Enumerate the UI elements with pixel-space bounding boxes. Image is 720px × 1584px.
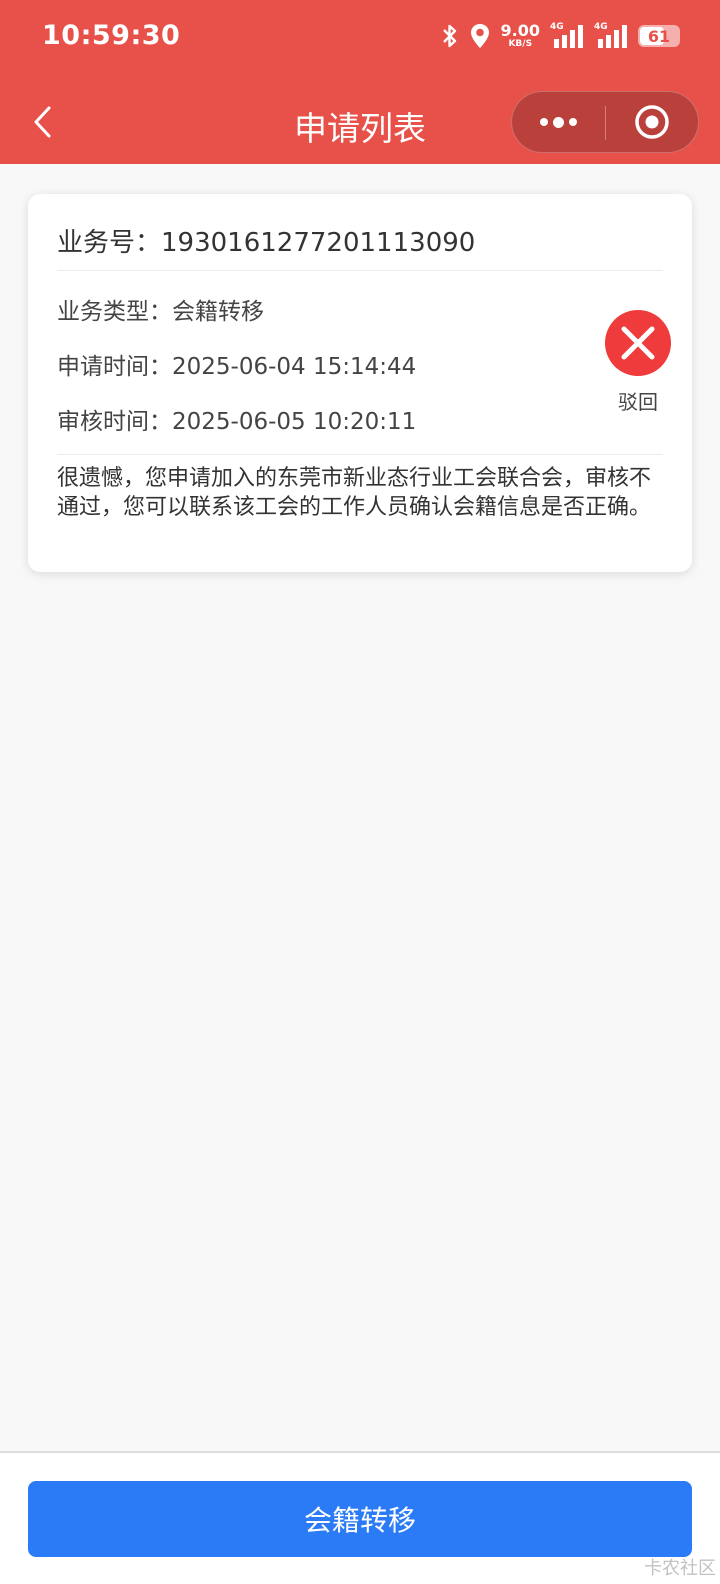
business-type-value: 会籍转移 — [172, 299, 264, 325]
bluetooth-icon — [441, 22, 459, 50]
status-time: 10:59:30 — [42, 20, 181, 51]
signal-label: 4G — [550, 22, 564, 32]
more-dot-icon — [553, 116, 564, 128]
application-card[interactable]: 业务号：1930161277201113090 业务类型：会籍转移 申请时间：2… — [28, 194, 692, 572]
location-icon — [469, 22, 491, 50]
mini-program-capsule — [511, 91, 699, 153]
divider — [57, 270, 663, 271]
net-speed: 9.00 KB/S — [501, 23, 540, 49]
membership-transfer-button[interactable]: 会籍转移 — [28, 1481, 692, 1557]
status-label: 驳回 — [618, 390, 658, 414]
reject-icon — [605, 310, 671, 376]
business-number-value: 1930161277201113090 — [161, 228, 476, 258]
signal-icon-2: 4G — [594, 22, 628, 50]
divider — [57, 454, 663, 455]
net-speed-value: 9.00 — [500, 21, 540, 40]
close-mini-program-button[interactable] — [606, 92, 698, 152]
status-badge: 驳回 — [598, 310, 678, 415]
status-bar: 10:59:30 9.00 KB/S 4G 4G 61 — [0, 0, 720, 80]
more-dot-icon — [540, 118, 548, 126]
watermark: 卡农社区 — [644, 1558, 716, 1579]
review-time: 审核时间：2025-06-05 10:20:11 — [57, 402, 416, 436]
status-icons: 9.00 KB/S 4G 4G 61 — [441, 22, 680, 50]
business-number-label: 业务号： — [57, 228, 162, 258]
review-time-value: 2025-06-05 10:20:11 — [172, 409, 417, 435]
battery-icon: 61 — [638, 25, 680, 47]
bottom-bar: 会籍转移 — [0, 1451, 720, 1584]
business-number: 业务号：1930161277201113090 — [57, 222, 475, 259]
review-message: 很遗憾，您申请加入的东莞市新业态行业工会联合会，审核不通过，您可以联系该工会的工… — [57, 466, 652, 520]
apply-time: 申请时间：2025-06-04 15:14:44 — [57, 347, 416, 381]
nav-bar: 申请列表 — [0, 80, 720, 164]
more-dot-icon — [569, 118, 577, 126]
business-type: 业务类型：会籍转移 — [57, 292, 264, 326]
signal-label-2: 4G — [594, 22, 608, 32]
signal-icon: 4G — [550, 22, 584, 50]
battery-percent: 61 — [647, 26, 671, 46]
business-type-label: 业务类型： — [57, 299, 172, 325]
more-button[interactable] — [512, 92, 605, 152]
apply-time-label: 申请时间： — [57, 354, 172, 380]
net-speed-unit: KB/S — [508, 39, 533, 49]
target-close-icon — [635, 105, 669, 139]
review-time-label: 审核时间： — [57, 409, 172, 435]
apply-time-value: 2025-06-04 15:14:44 — [172, 354, 417, 380]
